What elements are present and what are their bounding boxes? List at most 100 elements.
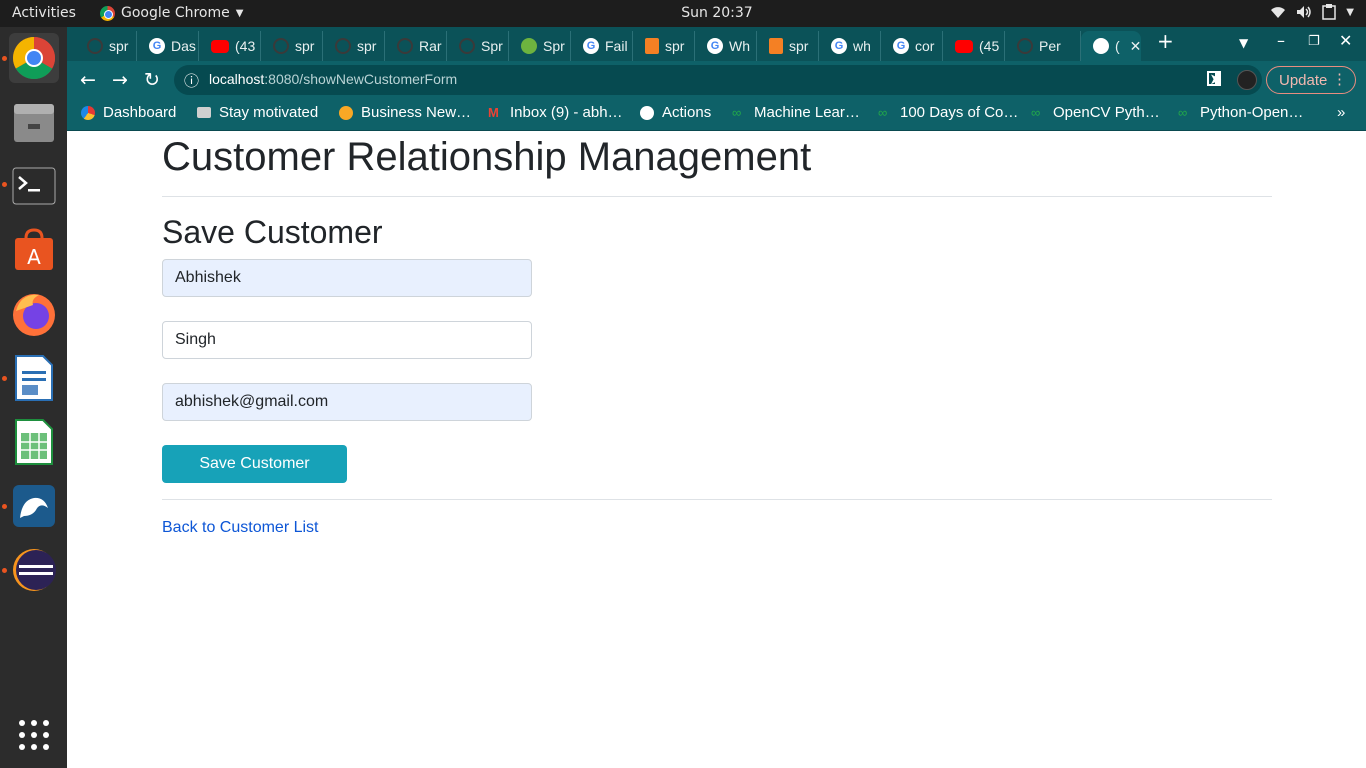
dock-terminal[interactable] xyxy=(9,161,59,211)
software-center-icon: A xyxy=(15,228,53,270)
infinity-icon: ∞ xyxy=(878,104,888,120)
tab[interactable]: Gcor xyxy=(881,31,943,61)
news-icon xyxy=(339,105,353,120)
tab-label: Per xyxy=(1039,38,1061,54)
tab[interactable]: Spr xyxy=(509,31,571,61)
globe-icon xyxy=(640,105,654,120)
system-tray[interactable]: ▼ xyxy=(1270,4,1354,20)
tab-label: ( xyxy=(1115,38,1120,54)
google-icon: G xyxy=(707,38,723,54)
google-icon: G xyxy=(893,38,909,54)
reload-button[interactable]: ↻ xyxy=(144,69,160,91)
tab[interactable]: Gwh xyxy=(819,31,881,61)
tab[interactable]: G Fail xyxy=(571,31,633,61)
bookmark-item[interactable]: M Inbox (9) - abh… xyxy=(488,104,623,121)
side-panel-icon[interactable] xyxy=(1207,71,1221,86)
wifi-icon xyxy=(1271,7,1286,18)
dock-software[interactable]: A xyxy=(9,225,59,275)
avatar[interactable] xyxy=(1237,70,1257,90)
tab[interactable]: spr xyxy=(261,31,323,61)
dock-chrome[interactable] xyxy=(9,33,59,83)
tab[interactable]: G Das xyxy=(137,31,199,61)
bookmark-label: OpenCV Pyth… xyxy=(1053,104,1160,121)
bookmark-label: Dashboard xyxy=(103,104,177,121)
bookmark-label: Machine Lear… xyxy=(754,104,860,121)
tab[interactable]: G Wh xyxy=(695,31,757,61)
tab-label: wh xyxy=(853,38,871,54)
update-button[interactable]: Update ⋮ xyxy=(1266,66,1356,94)
bookmark-label: Inbox (9) - abh… xyxy=(510,104,623,121)
bookmark-item[interactable]: Dashboard xyxy=(81,104,176,121)
tab[interactable]: Per xyxy=(1005,31,1081,61)
bookmark-label: Actions xyxy=(662,104,712,121)
dashboard-icon xyxy=(81,105,95,120)
dock-firefox[interactable] xyxy=(9,289,59,339)
bookmark-label: Python-Open… xyxy=(1200,104,1304,121)
tab[interactable]: (45 xyxy=(943,31,1005,61)
dock-calc[interactable] xyxy=(9,417,59,467)
more-bookmarks-label: » xyxy=(1337,104,1346,121)
mysql-workbench-icon xyxy=(13,485,55,527)
tab-label: cor xyxy=(915,38,935,54)
dock-mysql-workbench[interactable] xyxy=(9,481,59,531)
infinity-icon: ∞ xyxy=(732,104,742,120)
youtube-icon xyxy=(211,39,229,53)
bookmark-item[interactable]: Actions xyxy=(640,104,711,121)
page-content: Customer Relationship Management Save Cu… xyxy=(67,132,1366,768)
tab[interactable]: Spr xyxy=(447,31,509,61)
tab[interactable]: spr xyxy=(75,31,137,61)
first-name-input[interactable] xyxy=(162,259,532,297)
page-title: Customer Relationship Management xyxy=(162,135,812,179)
calc-icon xyxy=(15,419,53,465)
dock-eclipse[interactable] xyxy=(9,545,59,595)
running-indicator xyxy=(2,182,7,187)
save-customer-button[interactable]: Save Customer xyxy=(162,445,347,483)
close-tab-icon[interactable]: ✕ xyxy=(1130,38,1142,55)
google-icon: G xyxy=(149,38,165,54)
dock-files[interactable] xyxy=(9,97,59,147)
tab[interactable]: spr xyxy=(633,31,695,61)
tab[interactable]: spr xyxy=(323,31,385,61)
forward-button[interactable]: → xyxy=(112,69,128,91)
show-applications-button[interactable] xyxy=(9,710,59,760)
terminal-icon xyxy=(12,167,56,205)
github-icon xyxy=(1017,38,1033,54)
tab[interactable]: spr xyxy=(757,31,819,61)
tab-active[interactable]: (✕ xyxy=(1081,31,1141,61)
info-icon[interactable]: ⓘ xyxy=(184,70,199,91)
address-bar[interactable]: ⓘ localhost:8080/showNewCustomerForm ➤ ☆ xyxy=(174,65,1262,95)
maximize-button[interactable]: ❐ xyxy=(1308,34,1320,49)
top-bar: Activities Google Chrome ▼ Sun 20:37 ▼ xyxy=(0,0,1366,27)
google-icon: G xyxy=(831,38,847,54)
bookmark-item[interactable]: ∞ OpenCV Pyth… xyxy=(1031,104,1160,121)
firefox-icon xyxy=(13,294,55,336)
stackoverflow-icon xyxy=(769,38,783,54)
bookmark-item[interactable]: ∞ Python-Open… xyxy=(1178,104,1303,121)
bookmark-item[interactable]: ∞ 100 Days of Co… xyxy=(878,104,1018,121)
app-grid-icon xyxy=(19,720,49,750)
bookmark-item[interactable]: Stay motivated xyxy=(197,104,318,121)
chevron-down-icon: ▼ xyxy=(1346,6,1354,18)
back-button[interactable]: ← xyxy=(80,69,96,91)
tab[interactable]: (43 xyxy=(199,31,261,61)
back-to-list-link[interactable]: Back to Customer List xyxy=(162,519,319,537)
tab-search-button[interactable]: ▼ xyxy=(1239,36,1248,50)
clock[interactable]: Sun 20:37 xyxy=(0,5,1366,21)
bookmark-item[interactable]: ∞ Machine Lear… xyxy=(732,104,860,121)
minimize-button[interactable]: – xyxy=(1277,31,1285,50)
dock-writer[interactable] xyxy=(9,353,59,403)
bookmark-item[interactable]: Business New… xyxy=(339,104,471,121)
tab[interactable]: Rar xyxy=(385,31,447,61)
files-icon xyxy=(14,104,54,142)
bookmark-label: Stay motivated xyxy=(219,104,319,121)
email-input[interactable] xyxy=(162,383,532,421)
url-host: localhost xyxy=(209,71,265,87)
new-tab-button[interactable]: + xyxy=(1157,29,1174,53)
last-name-input[interactable] xyxy=(162,321,532,359)
tab-label: Das xyxy=(171,38,196,54)
more-bookmarks-button[interactable]: » xyxy=(1337,104,1345,121)
menu-dots-icon: ⋮ xyxy=(1332,71,1347,88)
running-indicator xyxy=(2,376,7,381)
close-window-button[interactable]: ✕ xyxy=(1339,31,1352,50)
running-indicator xyxy=(2,56,7,61)
